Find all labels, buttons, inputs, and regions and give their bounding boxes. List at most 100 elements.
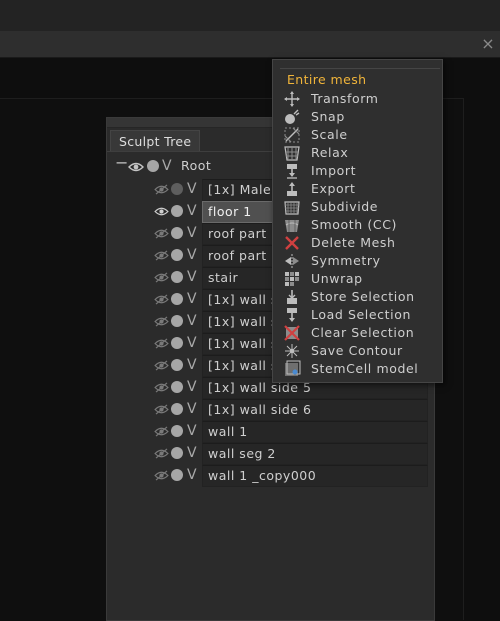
menu-item[interactable]: Clear Selection <box>281 324 436 342</box>
tree-row[interactable]: Vwall 1 <box>152 421 428 443</box>
eye-visible-icon[interactable] <box>128 161 144 173</box>
tree-row[interactable]: V [1x] wall side 6 <box>152 399 428 421</box>
stemcell-icon <box>285 360 301 376</box>
eye-hidden-icon[interactable] <box>154 250 169 261</box>
v-toggle[interactable]: V <box>187 224 197 243</box>
row-toggles: V <box>152 311 202 332</box>
menu-item[interactable]: Delete Mesh <box>281 234 436 252</box>
row-toggles: V <box>152 179 202 200</box>
color-dot[interactable] <box>171 403 183 415</box>
v-toggle[interactable]: V <box>187 180 197 199</box>
transform-icon <box>284 91 300 107</box>
color-dot[interactable] <box>171 271 183 283</box>
v-toggle[interactable]: V <box>187 202 197 221</box>
eye-hidden-icon[interactable] <box>154 272 169 283</box>
eye-hidden-icon[interactable] <box>154 448 169 459</box>
menu-item[interactable]: Export <box>281 180 436 198</box>
eye-hidden-icon[interactable] <box>154 382 169 393</box>
v-toggle[interactable]: V <box>187 356 197 375</box>
row-toggles: V <box>152 465 202 486</box>
row-toggles: V <box>152 421 202 442</box>
color-dot[interactable] <box>171 293 183 305</box>
menu-item[interactable]: Relax <box>281 144 436 162</box>
color-dot[interactable] <box>171 447 183 459</box>
menu-item[interactable]: Save Contour <box>281 342 436 360</box>
eye-hidden-icon[interactable] <box>154 316 169 327</box>
v-toggle[interactable]: V <box>187 378 197 397</box>
color-dot[interactable] <box>171 249 183 261</box>
v-toggle[interactable]: V <box>187 246 197 265</box>
menu-item-label: Transform <box>311 91 379 106</box>
menu-item-label: Store Selection <box>311 289 415 304</box>
v-toggle[interactable]: V <box>187 466 197 485</box>
menu-item[interactable]: StemCell model <box>281 360 436 378</box>
menu-item[interactable]: Scale <box>281 126 436 144</box>
eye-hidden-icon[interactable] <box>154 294 169 305</box>
v-toggle[interactable]: V <box>162 157 172 175</box>
collapse-icon[interactable]: − <box>115 153 128 172</box>
color-dot[interactable] <box>171 469 183 481</box>
color-dot[interactable] <box>171 337 183 349</box>
color-dot[interactable] <box>171 205 183 217</box>
store-selection-icon <box>287 290 297 304</box>
v-toggle[interactable]: V <box>187 290 197 309</box>
layer-name[interactable]: [1x] wall side 6 <box>202 399 428 421</box>
v-toggle[interactable]: V <box>187 400 197 419</box>
menu-item-label: Delete Mesh <box>311 235 396 250</box>
eye-hidden-icon[interactable] <box>154 338 169 349</box>
menu-item-label: Smooth (CC) <box>311 217 398 232</box>
color-dot[interactable] <box>171 425 183 437</box>
eye-hidden-icon[interactable] <box>154 228 169 239</box>
color-dot[interactable] <box>171 359 183 371</box>
menu-item[interactable]: Transform <box>281 90 436 108</box>
subdivide-icon <box>284 201 300 215</box>
smooth-icon <box>285 220 299 232</box>
color-dot[interactable] <box>171 381 183 393</box>
tree-row[interactable]: Vwall 1 _copy000 <box>152 465 428 487</box>
eye-hidden-icon[interactable] <box>154 360 169 371</box>
export-icon <box>287 182 297 196</box>
v-toggle[interactable]: V <box>187 268 197 287</box>
tab-sculpt-tree[interactable]: Sculpt Tree <box>110 130 201 152</box>
eye-hidden-icon[interactable] <box>154 426 169 437</box>
top-bar <box>0 0 500 31</box>
menu-item[interactable]: Load Selection <box>281 306 436 324</box>
layer-name[interactable]: wall 1 _copy000 <box>202 465 428 487</box>
context-menu: Entire mesh Transform Snap Scale Relax Impor… <box>272 59 443 383</box>
row-toggles: V <box>152 443 202 464</box>
row-toggles: V <box>152 267 202 288</box>
root-label: Root <box>181 158 212 173</box>
row-toggles: V <box>152 245 202 266</box>
color-dot[interactable] <box>171 315 183 327</box>
close-icon[interactable]: × <box>480 35 496 53</box>
row-toggles: V <box>152 333 202 354</box>
row-toggles: V <box>152 289 202 310</box>
menu-item[interactable]: Symmetry <box>281 252 436 270</box>
color-dot[interactable] <box>147 160 159 172</box>
row-toggles: V <box>152 399 202 420</box>
color-dot[interactable] <box>171 183 183 195</box>
v-toggle[interactable]: V <box>187 444 197 463</box>
tree-row[interactable]: Vwall seg 2 <box>152 443 428 465</box>
menu-item-label: StemCell model <box>311 361 419 376</box>
v-toggle[interactable]: V <box>187 422 197 441</box>
menu-item-label: Scale <box>311 127 348 142</box>
delete-icon <box>285 236 299 250</box>
menu-item[interactable]: Import <box>281 162 436 180</box>
menu-item[interactable]: Store Selection <box>281 288 436 306</box>
eye-visible-icon[interactable] <box>154 206 169 217</box>
layer-name[interactable]: wall 1 <box>202 421 428 443</box>
row-toggles: V <box>152 201 202 222</box>
menu-item[interactable]: Subdivide <box>281 198 436 216</box>
menu-item[interactable]: Unwrap <box>281 270 436 288</box>
menu-item[interactable]: Smooth (CC) <box>281 216 436 234</box>
eye-hidden-icon[interactable] <box>154 470 169 481</box>
menu-item[interactable]: Snap <box>281 108 436 126</box>
v-toggle[interactable]: V <box>187 334 197 353</box>
layer-name[interactable]: wall seg 2 <box>202 443 428 465</box>
eye-hidden-icon[interactable] <box>154 184 169 195</box>
snap-icon <box>285 109 300 124</box>
eye-hidden-icon[interactable] <box>154 404 169 415</box>
v-toggle[interactable]: V <box>187 312 197 331</box>
color-dot[interactable] <box>171 227 183 239</box>
